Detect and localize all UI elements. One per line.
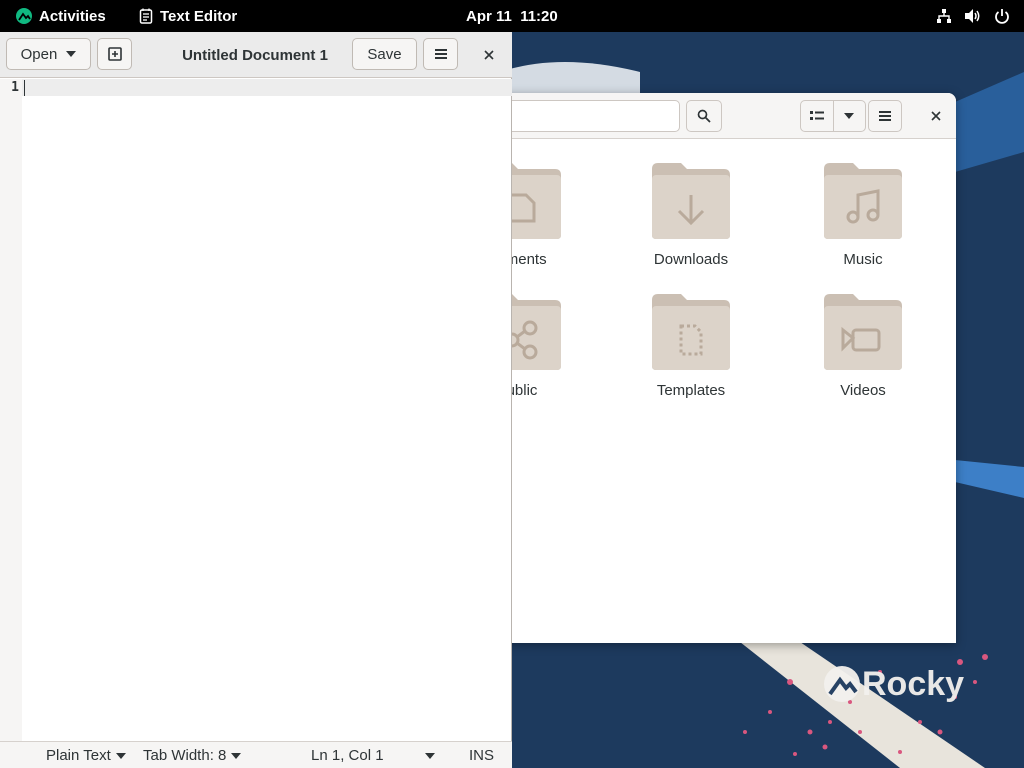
editor-close-button[interactable] [473,39,505,71]
language-label: Plain Text [46,747,111,764]
rocky-brand-text: Rocky [862,664,965,703]
tab-width-selector[interactable]: Tab Width: 8 [143,742,242,768]
power-icon [995,9,1009,24]
close-icon [931,111,941,121]
folder-music[interactable]: Music [798,161,928,281]
hamburger-menu-icon [879,111,891,121]
open-label: Open [20,45,58,63]
chevron-down-icon [66,51,77,57]
files-menu-button[interactable] [868,100,902,132]
open-button[interactable]: Open [6,38,91,70]
new-document-button[interactable] [97,38,132,70]
insert-mode-indicator[interactable]: INS [469,742,494,768]
document-title: Untitled Document 1 [182,46,328,64]
files-header-bar [440,93,956,139]
app-menu-label: Text Editor [160,7,238,25]
line-number: 1 [11,80,19,95]
cursor-position-menu[interactable] [425,742,435,768]
chevron-down-icon [844,113,855,119]
text-caret [24,80,25,96]
folder-templates[interactable]: Templates [626,292,756,412]
search-icon [697,109,711,123]
editor-header-bar: Open Untitled Document 1 Save [0,32,512,78]
template-folder-icon [652,294,730,370]
list-view-button[interactable] [801,101,833,131]
activities-label: Activities [39,7,106,25]
folder-label-music: Music [843,251,883,268]
line-number-gutter: 1 [0,79,22,741]
folder-videos[interactable]: Videos [798,292,928,412]
text-editor-window[interactable]: Open Untitled Document 1 Save 1 Plain Te… [0,32,512,768]
folder-downloads[interactable]: Downloads [626,161,756,281]
save-button[interactable]: Save [352,38,417,70]
download-folder-icon [652,163,730,239]
editor-menu-button[interactable] [423,38,458,70]
folder-label-downloads: Downloads [653,251,729,268]
chevron-down-icon [231,752,242,759]
folder-label-videos: Videos [840,382,886,399]
new-document-icon [107,47,122,61]
files-close-button[interactable] [920,100,952,132]
files-window[interactable]: uments Downloads Music ublic Templates V… [440,93,956,643]
language-selector[interactable]: Plain Text [46,742,126,768]
view-options-button[interactable] [832,101,865,131]
clock[interactable]: Apr 11 11:20 [466,0,558,32]
network-icon [937,9,951,23]
tab-width-label: Tab Width: 8 [143,747,227,764]
activities-button[interactable]: Activities [16,0,106,32]
chevron-down-icon [115,752,126,759]
system-tray[interactable] [936,0,1010,32]
cursor-position-label[interactable]: Ln 1, Col 1 [311,742,384,768]
hamburger-menu-icon [434,49,447,59]
rocky-mark-icon [824,666,860,702]
editor-status-bar: Plain Text Tab Width: 8 Ln 1, Col 1 INS [0,741,512,768]
top-bar: Activities Text Editor Apr 11 11:20 [0,0,1024,32]
files-view-toggle[interactable] [800,100,866,132]
folder-label-templates: Templates [656,382,726,399]
editor-text-area[interactable]: 1 [0,79,512,741]
music-folder-icon [824,163,902,239]
video-folder-icon [824,294,902,370]
current-line-highlight [22,79,512,96]
volume-icon [965,9,980,23]
app-menu-button[interactable]: Text Editor [139,0,237,32]
close-icon [484,50,494,60]
rocky-logo-icon [16,8,32,24]
rocky-logo: Rocky [822,664,964,704]
chevron-down-icon [425,752,435,759]
files-search-button[interactable] [686,100,722,132]
list-view-icon [809,111,824,120]
text-editor-icon [139,8,153,24]
